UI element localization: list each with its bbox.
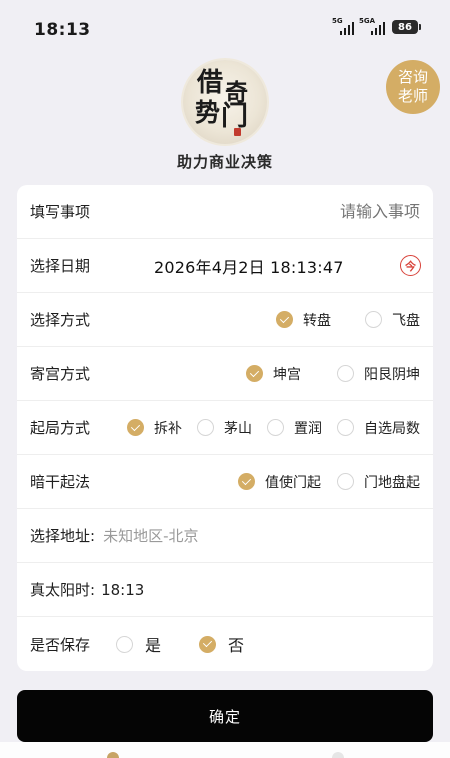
save-option-no[interactable]: 否	[199, 632, 244, 656]
method-row: 选择方式 转盘 飞盘	[17, 293, 433, 347]
consult-teacher-button[interactable]: 咨询 老师	[386, 60, 440, 114]
hidden-stem-row: 暗干起法 值使门起 门地盘起	[17, 455, 433, 509]
today-icon[interactable]: 今	[400, 255, 421, 276]
radio-unchecked-icon[interactable]	[337, 365, 354, 382]
method-option-turntable[interactable]: 转盘	[276, 310, 331, 330]
radio-unchecked-icon[interactable]	[116, 635, 134, 653]
option-label: 坤宫	[273, 366, 301, 383]
radio-unchecked-icon[interactable]	[197, 419, 214, 436]
hidden-stem-label: 暗干起法	[30, 473, 91, 491]
seal-icon	[234, 128, 241, 136]
radio-checked-icon[interactable]	[199, 635, 217, 653]
save-option-yes[interactable]: 是	[116, 632, 161, 656]
option-label: 值使门起	[265, 474, 321, 491]
option-label: 是	[145, 636, 162, 655]
signal-icon: 5GA	[359, 18, 385, 35]
status-time: 18:13	[34, 20, 91, 40]
hidden-stem-option-mendi[interactable]: 门地盘起	[337, 472, 420, 492]
status-bar: 18:13 5G 5GA 86	[0, 0, 450, 58]
radio-checked-icon[interactable]	[276, 311, 293, 328]
radio-unchecked-icon[interactable]	[337, 419, 354, 436]
matter-input[interactable]	[220, 202, 420, 221]
date-label: 选择日期	[30, 257, 91, 275]
option-label: 置润	[294, 420, 322, 437]
tab-home-icon[interactable]	[107, 752, 119, 758]
signal-icon: 5G	[332, 18, 354, 35]
solar-time-row: 真太阳时: 18:13	[17, 563, 433, 617]
save-options: 是 否	[116, 632, 244, 656]
matter-row: 填写事项	[17, 185, 433, 239]
method-label: 选择方式	[30, 311, 91, 329]
radio-unchecked-icon[interactable]	[337, 473, 354, 490]
consult-label-line2: 老师	[397, 87, 428, 105]
start-option-zhirun[interactable]: 置润	[267, 418, 322, 438]
option-label: 阳艮阴坤	[364, 366, 420, 383]
confirm-button[interactable]: 确定	[17, 690, 433, 742]
app-subtitle: 助力商业决策	[176, 153, 273, 171]
palace-row: 寄宫方式 坤宫 阳艮阴坤	[17, 347, 433, 401]
start-option-maoshan[interactable]: 茅山	[197, 418, 252, 438]
address-label: 选择地址:	[30, 527, 96, 545]
save-label: 是否保存	[30, 635, 91, 654]
option-label: 否	[228, 636, 245, 655]
consult-label-line1: 咨询	[397, 68, 428, 86]
radio-checked-icon[interactable]	[246, 365, 263, 382]
app-logo: 借 奇 势 门	[183, 60, 267, 144]
logo-char: 势	[195, 98, 221, 127]
form-card: 填写事项 选择日期 2026年4月2日 18:13:47 今 选择方式 转盘 飞…	[17, 185, 433, 671]
address-value[interactable]: 未知地区-北京	[103, 525, 198, 546]
matter-label: 填写事项	[30, 203, 91, 221]
radio-unchecked-icon[interactable]	[365, 311, 382, 328]
hidden-stem-options: 值使门起 门地盘起	[238, 472, 420, 492]
option-label: 门地盘起	[364, 474, 420, 491]
solar-time-label: 真太阳时:	[30, 581, 96, 599]
option-label: 飞盘	[392, 312, 420, 329]
start-option-chaibu[interactable]: 拆补	[127, 418, 182, 438]
start-label: 起局方式	[30, 419, 91, 437]
radio-checked-icon[interactable]	[127, 419, 144, 436]
logo-char: 门	[221, 101, 248, 132]
option-label: 拆补	[154, 420, 182, 437]
save-row: 是否保存 是 否	[17, 617, 433, 671]
palace-option-kun[interactable]: 坤宫	[246, 364, 301, 384]
logo-char: 借	[197, 68, 224, 98]
tab-bar	[0, 742, 450, 758]
date-value[interactable]: 2026年4月2日 18:13:47	[154, 254, 344, 278]
battery-icon: 86	[392, 20, 421, 34]
hidden-stem-option-zhishi[interactable]: 值使门起	[238, 472, 321, 492]
address-row[interactable]: 选择地址: 未知地区-北京	[17, 509, 433, 563]
start-row: 起局方式 拆补 茅山 置润 自选局数	[17, 401, 433, 455]
option-label: 自选局数	[364, 420, 420, 437]
radio-unchecked-icon[interactable]	[267, 419, 284, 436]
palace-label: 寄宫方式	[30, 365, 91, 383]
palace-options: 坤宫 阳艮阴坤	[246, 364, 420, 384]
method-options: 转盘 飞盘	[276, 310, 420, 330]
status-icons: 5G 5GA 86	[332, 18, 421, 35]
palace-option-yanggen[interactable]: 阳艮阴坤	[337, 364, 420, 384]
date-row[interactable]: 选择日期 2026年4月2日 18:13:47 今	[17, 239, 433, 293]
radio-checked-icon[interactable]	[238, 473, 255, 490]
method-option-flying[interactable]: 飞盘	[365, 310, 420, 330]
start-options: 拆补 茅山 置润 自选局数	[127, 418, 420, 438]
solar-time-value: 18:13	[101, 580, 145, 599]
option-label: 转盘	[303, 312, 331, 329]
start-option-custom[interactable]: 自选局数	[337, 418, 420, 438]
option-label: 茅山	[224, 420, 252, 437]
tab-profile-icon[interactable]	[332, 752, 344, 758]
